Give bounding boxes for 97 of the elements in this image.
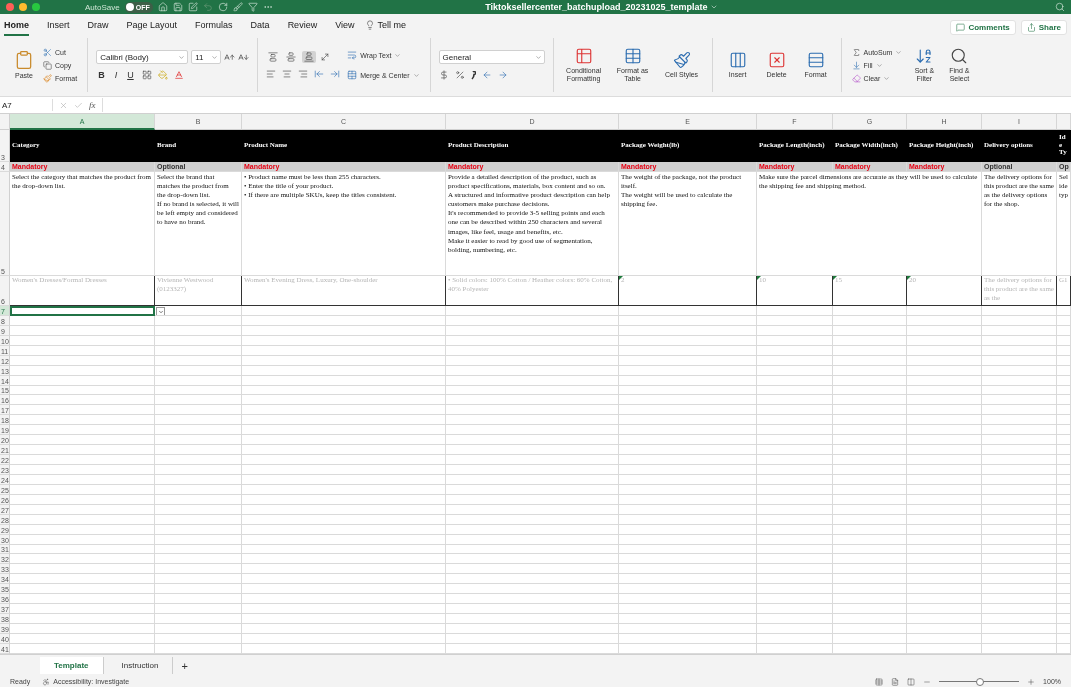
column-header[interactable] bbox=[1057, 114, 1071, 130]
undo-icon[interactable] bbox=[202, 2, 213, 12]
ribbon-tab[interactable]: View bbox=[335, 20, 355, 36]
font-size-select[interactable]: 11 bbox=[191, 50, 222, 64]
name-box[interactable]: A7 bbox=[2, 99, 53, 111]
page-break-view-icon[interactable] bbox=[907, 677, 916, 686]
ribbon-tab[interactable]: Data bbox=[250, 20, 270, 36]
italic-button[interactable]: I bbox=[112, 70, 120, 80]
decrease-decimal-icon[interactable] bbox=[497, 70, 508, 80]
delete-cells-icon bbox=[767, 50, 786, 69]
align-center-icon[interactable] bbox=[282, 69, 293, 79]
zoom-slider-thumb[interactable] bbox=[976, 678, 985, 686]
page-layout-view-icon[interactable] bbox=[891, 677, 900, 686]
sigma-icon bbox=[851, 47, 861, 57]
rows-icon bbox=[806, 50, 825, 69]
ribbon-tab[interactable]: Draw bbox=[87, 20, 109, 36]
caret-icon bbox=[709, 3, 718, 11]
scissors-icon bbox=[43, 47, 52, 57]
redo-icon[interactable] bbox=[217, 2, 228, 12]
brush-icon[interactable] bbox=[232, 2, 243, 12]
table-icon bbox=[623, 46, 642, 65]
autosave-label: AutoSave bbox=[85, 2, 120, 12]
table-cell[interactable] bbox=[446, 172, 619, 276]
zoom-button[interactable] bbox=[32, 3, 40, 11]
caret-icon bbox=[412, 71, 420, 79]
search-icon bbox=[950, 46, 969, 65]
share-icon bbox=[1026, 22, 1036, 32]
accessibility-icon bbox=[42, 677, 51, 686]
insert-function-button[interactable]: fx bbox=[89, 100, 96, 110]
caret-icon bbox=[394, 51, 402, 59]
increase-font-icon[interactable] bbox=[224, 51, 236, 63]
merge-icon bbox=[347, 70, 358, 80]
borders-icon[interactable] bbox=[141, 70, 152, 80]
cancel-icon[interactable] bbox=[59, 100, 68, 110]
underline-button[interactable]: U bbox=[125, 70, 136, 80]
vertical-align-button[interactable] bbox=[302, 51, 317, 63]
fill-color-icon[interactable] bbox=[157, 70, 168, 80]
enter-icon[interactable] bbox=[74, 100, 83, 110]
font-color-icon[interactable] bbox=[173, 70, 184, 80]
align-icon bbox=[304, 52, 315, 62]
decrease-indent-icon[interactable] bbox=[314, 69, 325, 79]
eraser-icon bbox=[851, 73, 861, 83]
insert-cells-icon bbox=[728, 50, 747, 69]
comma-style-icon[interactable] bbox=[470, 70, 476, 80]
minimize-button[interactable] bbox=[19, 3, 27, 11]
tell-me-field[interactable]: Tell me bbox=[377, 20, 406, 30]
wrap-text-icon bbox=[347, 50, 358, 60]
bold-button[interactable]: B bbox=[96, 70, 107, 80]
dropdown-button[interactable] bbox=[156, 307, 165, 315]
ribbon-tab[interactable]: Insert bbox=[47, 20, 70, 36]
ribbon-tab[interactable]: Review bbox=[287, 20, 318, 36]
lightbulb-icon[interactable] bbox=[364, 20, 375, 30]
comment-icon bbox=[956, 22, 966, 32]
align-left-icon[interactable] bbox=[266, 69, 277, 79]
conditional-format-icon bbox=[574, 46, 593, 65]
vertical-align-button[interactable] bbox=[266, 51, 281, 63]
font-name-select[interactable]: Calibri (Body) bbox=[96, 50, 189, 64]
comments-button[interactable]: Comments bbox=[950, 19, 1016, 35]
close-button[interactable] bbox=[6, 3, 14, 11]
zoom-in-icon[interactable] bbox=[1027, 677, 1036, 686]
increase-indent-icon[interactable] bbox=[330, 69, 341, 79]
select-all-button[interactable] bbox=[0, 114, 10, 130]
caret-icon bbox=[534, 53, 542, 61]
copy-icon bbox=[43, 60, 52, 70]
share-button[interactable]: Share bbox=[1020, 19, 1067, 35]
align-icon bbox=[268, 52, 279, 62]
caret-icon bbox=[211, 53, 219, 61]
ribbon-tab[interactable]: Page Layout bbox=[126, 20, 178, 36]
caret-icon bbox=[895, 48, 903, 56]
add-sheet-button[interactable]: + bbox=[177, 659, 192, 672]
paintbrush-icon bbox=[43, 73, 52, 83]
ribbon-tab[interactable]: Formulas bbox=[195, 20, 233, 36]
selected-cell[interactable] bbox=[10, 306, 155, 316]
sort-icon bbox=[915, 46, 934, 65]
caret-icon bbox=[157, 308, 164, 315]
number-format-select[interactable]: General bbox=[438, 50, 545, 64]
clipboard-icon bbox=[14, 49, 34, 70]
save-icon[interactable] bbox=[172, 2, 183, 12]
home-icon[interactable] bbox=[157, 2, 168, 12]
vertical-align-button[interactable] bbox=[284, 51, 299, 63]
sheet-tab[interactable]: Template bbox=[40, 657, 104, 674]
percent-icon[interactable] bbox=[454, 70, 465, 80]
increase-decimal-icon[interactable] bbox=[481, 70, 492, 80]
filter-icon[interactable] bbox=[247, 2, 258, 12]
align-right-icon[interactable] bbox=[298, 69, 309, 79]
sheet-tab[interactable]: Instruction bbox=[107, 657, 174, 674]
orientation-icon[interactable] bbox=[320, 52, 331, 62]
caret-icon bbox=[178, 53, 186, 61]
edit-icon[interactable] bbox=[187, 2, 198, 12]
paintbrush-icon bbox=[672, 50, 691, 69]
decrease-font-icon[interactable] bbox=[238, 51, 250, 63]
window-title: Tiktoksellercenter_batchupload_20231025_template bbox=[485, 2, 708, 12]
search-icon[interactable] bbox=[1055, 2, 1065, 12]
normal-view-icon[interactable] bbox=[875, 677, 884, 686]
fill-down-icon bbox=[851, 60, 861, 70]
currency-icon[interactable] bbox=[438, 70, 449, 80]
align-icon bbox=[286, 52, 297, 62]
